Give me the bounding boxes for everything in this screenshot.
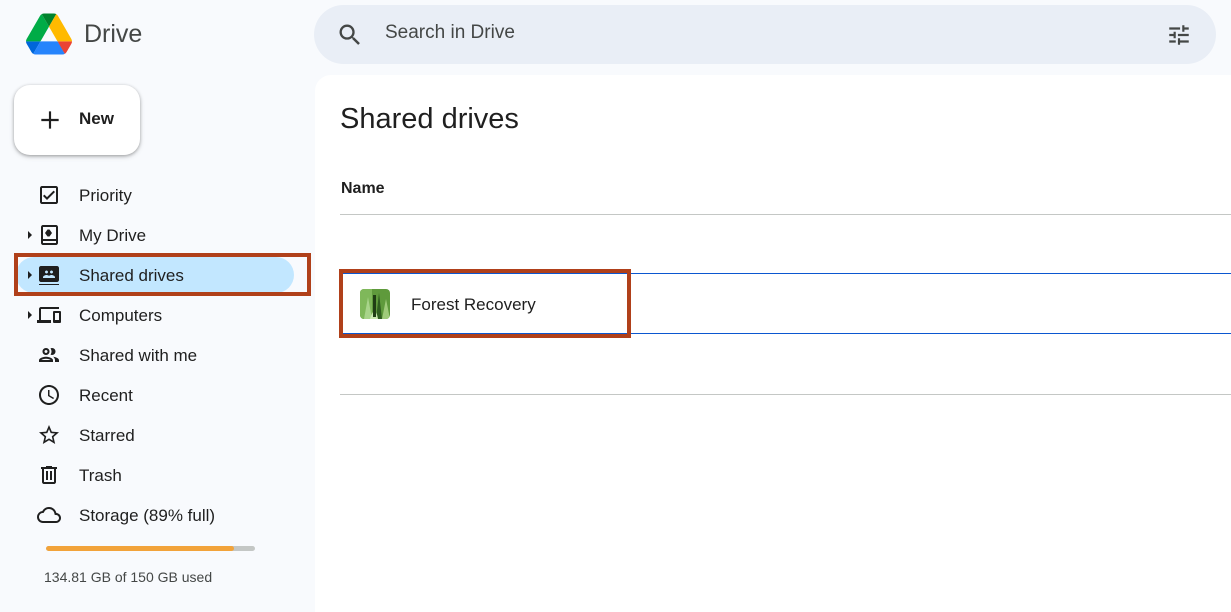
- new-button-label: New: [79, 109, 114, 128]
- shared-drives-icon: [39, 266, 59, 285]
- trash-icon: [41, 466, 57, 484]
- drive-name: Forest Recovery: [411, 295, 536, 314]
- plus-icon: [41, 111, 59, 129]
- sidebar-item-my-drive[interactable]: My Drive: [16, 217, 294, 253]
- cloud-icon: [37, 507, 61, 523]
- sidebar-item-label: Starred: [79, 426, 135, 445]
- sidebar-item-label: Recent: [79, 386, 133, 405]
- google-drive-logo-icon: [26, 13, 72, 55]
- drive-logo[interactable]: Drive: [26, 13, 142, 55]
- expand-caret-icon[interactable]: [26, 270, 34, 280]
- sidebar-item-trash[interactable]: Trash: [16, 457, 294, 493]
- page-title: Shared drives: [340, 103, 519, 135]
- sidebar-item-shared-drives[interactable]: Shared drives: [16, 257, 294, 293]
- search-icon[interactable]: [336, 21, 364, 49]
- sidebar-item-storage[interactable]: Storage (89% full): [16, 497, 294, 533]
- sidebar-item-label: Storage (89% full): [79, 506, 216, 525]
- header-divider: [340, 214, 1231, 215]
- sidebar-item-label: My Drive: [79, 226, 147, 245]
- sidebar-item-label: Priority: [79, 186, 132, 205]
- sidebar-item-priority[interactable]: Priority: [16, 177, 294, 213]
- app-title: Drive: [84, 20, 143, 48]
- computers-icon: [37, 307, 61, 323]
- expand-caret-icon[interactable]: [26, 310, 34, 320]
- storage-meter-fill: [46, 546, 234, 551]
- shared-with-me-icon: [39, 348, 59, 362]
- storage-used-text[interactable]: 134.81 GB of 150 GB used: [44, 569, 212, 585]
- sidebar-item-label: Shared with me: [79, 346, 198, 365]
- storage-meter: [46, 546, 255, 551]
- search-bar[interactable]: [314, 5, 1216, 64]
- new-button[interactable]: New: [14, 85, 140, 155]
- sidebar-item-label: Computers: [79, 306, 163, 325]
- sidebar-item-label: Trash: [79, 466, 122, 485]
- search-input[interactable]: [385, 22, 1085, 44]
- sidebar-item-computers[interactable]: Computers: [16, 297, 294, 333]
- column-header-name[interactable]: Name: [341, 180, 385, 198]
- priority-icon: [40, 186, 58, 204]
- list-bottom-divider: [340, 394, 1231, 395]
- sidebar-item-starred[interactable]: Starred: [16, 417, 294, 453]
- sidebar-item-shared-with-me[interactable]: Shared with me: [16, 337, 294, 373]
- drive-row-forest-recovery[interactable]: Forest Recovery: [340, 273, 1231, 334]
- sidebar-item-recent[interactable]: Recent: [16, 377, 294, 413]
- sidebar-item-label: Shared drives: [79, 266, 184, 285]
- clock-icon: [39, 385, 59, 405]
- star-icon: [39, 425, 59, 444]
- drive-thumbnail-icon: [360, 289, 390, 319]
- search-options-icon[interactable]: [1166, 22, 1192, 48]
- my-drive-icon: [41, 225, 58, 245]
- main-content: Shared drives Name Forest Recovery: [315, 75, 1231, 612]
- expand-caret-icon[interactable]: [26, 230, 34, 240]
